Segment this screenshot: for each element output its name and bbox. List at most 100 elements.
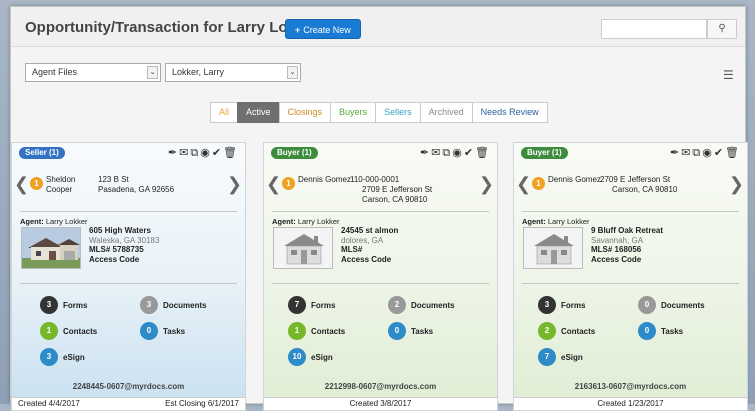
forms-label: Forms	[63, 300, 88, 310]
contacts-stat[interactable]: 1 Contacts	[40, 322, 97, 340]
contacts-stat[interactable]: 2 Contacts	[538, 322, 595, 340]
signature-icon[interactable]: ✒	[670, 147, 681, 159]
mail-icon[interactable]: ✉	[681, 147, 692, 159]
trash-icon[interactable]: 🗑	[475, 147, 491, 159]
file-type-value: Agent Files	[32, 67, 78, 77]
chevron-right-icon[interactable]: ❯	[479, 174, 494, 195]
agent-select[interactable]: Lokker, Larry ⌄	[165, 63, 301, 82]
signature-icon[interactable]: ✒	[168, 147, 179, 159]
file-type-select[interactable]: Agent Files ⌄	[25, 63, 161, 82]
address-line: 2709 E Jefferson St	[362, 185, 433, 194]
type-badge: Buyer (1)	[521, 147, 568, 159]
property-info: 24545 st almon dolores, GA MLS# Access C…	[341, 226, 398, 264]
divider	[272, 283, 489, 284]
transaction-email[interactable]: 2248445-0607@myrdocs.com	[12, 382, 245, 391]
divider	[20, 211, 237, 212]
property-city: Waleska, GA 30183	[89, 235, 160, 245]
check-icon[interactable]: ✔	[212, 147, 223, 159]
tasks-stat[interactable]: 0 Tasks	[140, 322, 185, 340]
eye-icon[interactable]: ◉	[702, 147, 714, 159]
chevron-right-icon[interactable]: ❯	[729, 174, 744, 195]
copy-icon[interactable]: ⧉	[190, 147, 200, 159]
transaction-card[interactable]: Buyer (1) ✒✉⧉◉✔🗑 ❮ ❯ 1 Dennis Gomez 2709…	[513, 142, 748, 411]
tab-archived[interactable]: Archived	[419, 102, 473, 123]
search-input[interactable]	[601, 19, 707, 39]
chevron-down-icon: ⌄	[287, 66, 298, 79]
contact-name: Dennis Gomez	[548, 175, 601, 185]
copy-icon[interactable]: ⧉	[442, 147, 452, 159]
check-icon[interactable]: ✔	[714, 147, 725, 159]
tasks-stat[interactable]: 0 Tasks	[638, 322, 683, 340]
property-name: 24545 st almon	[341, 226, 399, 235]
trash-icon[interactable]: 🗑	[223, 147, 239, 159]
contacts-stat[interactable]: 1 Contacts	[288, 322, 345, 340]
chevron-right-icon[interactable]: ❯	[227, 174, 242, 195]
tab-sellers[interactable]: Sellers	[375, 102, 421, 123]
forms-count: 7	[288, 296, 306, 314]
property-photo[interactable]	[523, 227, 583, 269]
closing-date: Est Closing 6/1/2017	[165, 399, 239, 408]
card-header: Seller (1) ✒✉⧉◉✔🗑	[12, 143, 245, 163]
eye-icon[interactable]: ◉	[200, 147, 212, 159]
esign-stat[interactable]: 3 eSign	[40, 348, 85, 366]
signature-icon[interactable]: ✒	[420, 147, 431, 159]
contacts-count: 2	[538, 322, 556, 340]
tasks-label: Tasks	[163, 326, 186, 336]
mail-icon[interactable]: ✉	[179, 147, 190, 159]
agent-line: Agent: Larry Lokker	[20, 217, 88, 226]
property-photo[interactable]	[21, 227, 81, 269]
chevron-left-icon[interactable]: ❮	[14, 174, 29, 195]
forms-count: 3	[40, 296, 58, 314]
main-window: Opportunity/Transaction for Larry Lokker…	[10, 6, 748, 411]
trash-icon[interactable]: 🗑	[725, 147, 741, 159]
access-code: Access Code	[89, 254, 140, 264]
access-code: Access Code	[591, 254, 642, 264]
divider	[522, 283, 739, 284]
chevron-left-icon[interactable]: ❮	[266, 174, 281, 195]
forms-stat[interactable]: 7 Forms	[288, 296, 335, 314]
contacts-label: Contacts	[311, 326, 346, 336]
tab-closings[interactable]: Closings	[278, 102, 332, 123]
contact-address: 2709 E Jefferson St Carson, CA 90810	[600, 175, 677, 195]
mls-number: MLS# 168056	[591, 245, 642, 254]
list-view-icon[interactable]: ☰	[723, 68, 734, 82]
tasks-label: Tasks	[661, 326, 684, 336]
chevron-left-icon[interactable]: ❮	[516, 174, 531, 195]
type-badge: Buyer (1)	[271, 147, 318, 159]
tasks-label: Tasks	[411, 326, 434, 336]
documents-stat[interactable]: 0 Documents	[638, 296, 705, 314]
search-icon: ⚲	[718, 23, 726, 34]
property-photo[interactable]	[273, 227, 333, 269]
transaction-card[interactable]: Seller (1) ✒✉⧉◉✔🗑 ❮ ❯ 1 Sheldon Cooper 1…	[11, 142, 246, 411]
create-new-button[interactable]: + Create New	[285, 19, 361, 39]
page-title: Opportunity/Transaction for Larry Lokker	[25, 19, 319, 36]
agent-line: Agent: Larry Lokker	[522, 217, 590, 226]
contact-count-badge: 1	[532, 177, 545, 190]
contact-count-badge: 1	[30, 177, 43, 190]
forms-stat[interactable]: 3 Forms	[538, 296, 585, 314]
mail-icon[interactable]: ✉	[431, 147, 442, 159]
forms-label: Forms	[561, 300, 586, 310]
tab-active[interactable]: Active	[237, 102, 280, 123]
transaction-email[interactable]: 2212998-0607@myrdocs.com	[264, 382, 497, 391]
transaction-card[interactable]: Buyer (1) ✒✉⧉◉✔🗑 ❮ ❯ 1 Dennis Gomez 110-…	[263, 142, 498, 411]
tasks-stat[interactable]: 0 Tasks	[388, 322, 433, 340]
check-icon[interactable]: ✔	[464, 147, 475, 159]
esign-label: eSign	[561, 352, 583, 362]
documents-count: 0	[638, 296, 656, 314]
property-city: dolores, GA	[341, 235, 384, 245]
agent-name: Larry Lokker	[297, 217, 340, 226]
card-toolbar: ✒✉⧉◉✔🗑	[168, 146, 239, 160]
search-button[interactable]: ⚲	[707, 19, 737, 39]
tab-needs-review[interactable]: Needs Review	[471, 102, 548, 123]
documents-stat[interactable]: 3 Documents	[140, 296, 207, 314]
esign-stat[interactable]: 10 eSign	[288, 348, 333, 366]
tab-all[interactable]: All	[210, 102, 239, 123]
copy-icon[interactable]: ⧉	[692, 147, 702, 159]
documents-stat[interactable]: 2 Documents	[388, 296, 455, 314]
eye-icon[interactable]: ◉	[452, 147, 464, 159]
transaction-email[interactable]: 2163613-0607@myrdocs.com	[514, 382, 747, 391]
esign-stat[interactable]: 7 eSign	[538, 348, 583, 366]
tab-buyers[interactable]: Buyers	[330, 102, 377, 123]
forms-stat[interactable]: 3 Forms	[40, 296, 87, 314]
